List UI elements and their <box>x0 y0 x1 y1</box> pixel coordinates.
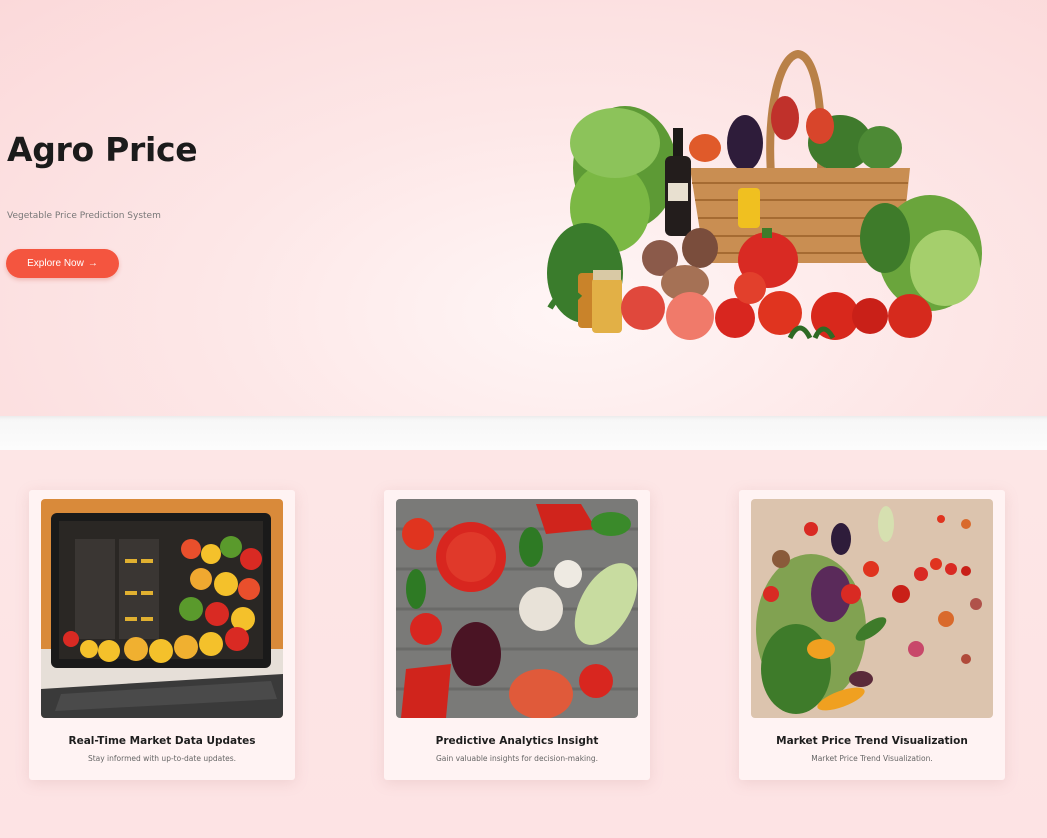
scattered-vegetables-image <box>751 499 993 718</box>
hero-subtitle: Vegetable Price Prediction System <box>7 211 161 221</box>
laptop-with-vegetables-image <box>41 499 283 718</box>
features-section: Real-Time Market Data Updates Stay infor… <box>0 450 1047 838</box>
hero-section: Agro Price Vegetable Price Prediction Sy… <box>0 0 1047 416</box>
card-description: Stay informed with up-to-date updates. <box>87 754 237 763</box>
feature-card-realtime[interactable]: Real-Time Market Data Updates Stay infor… <box>29 490 295 780</box>
vegetable-basket-image <box>547 49 982 340</box>
hero-title: Agro Price <box>7 130 198 169</box>
explore-now-button[interactable]: Explore Now → <box>6 249 119 278</box>
card-title: Real-Time Market Data Updates <box>68 735 256 747</box>
feature-card-predictive[interactable]: Predictive Analytics Insight Gain valuab… <box>384 490 650 780</box>
card-description: Gain valuable insights for decision-maki… <box>435 754 599 763</box>
card-title: Market Price Trend Visualization <box>776 735 968 747</box>
explore-now-label: Explore Now <box>27 258 84 269</box>
vegetables-on-wood-image <box>396 499 638 718</box>
arrow-right-icon: → <box>87 258 98 269</box>
card-description: Market Price Trend Visualization. <box>811 754 933 763</box>
section-divider <box>0 416 1047 450</box>
feature-card-trend[interactable]: Market Price Trend Visualization Market … <box>739 490 1005 780</box>
card-title: Predictive Analytics Insight <box>435 735 599 747</box>
